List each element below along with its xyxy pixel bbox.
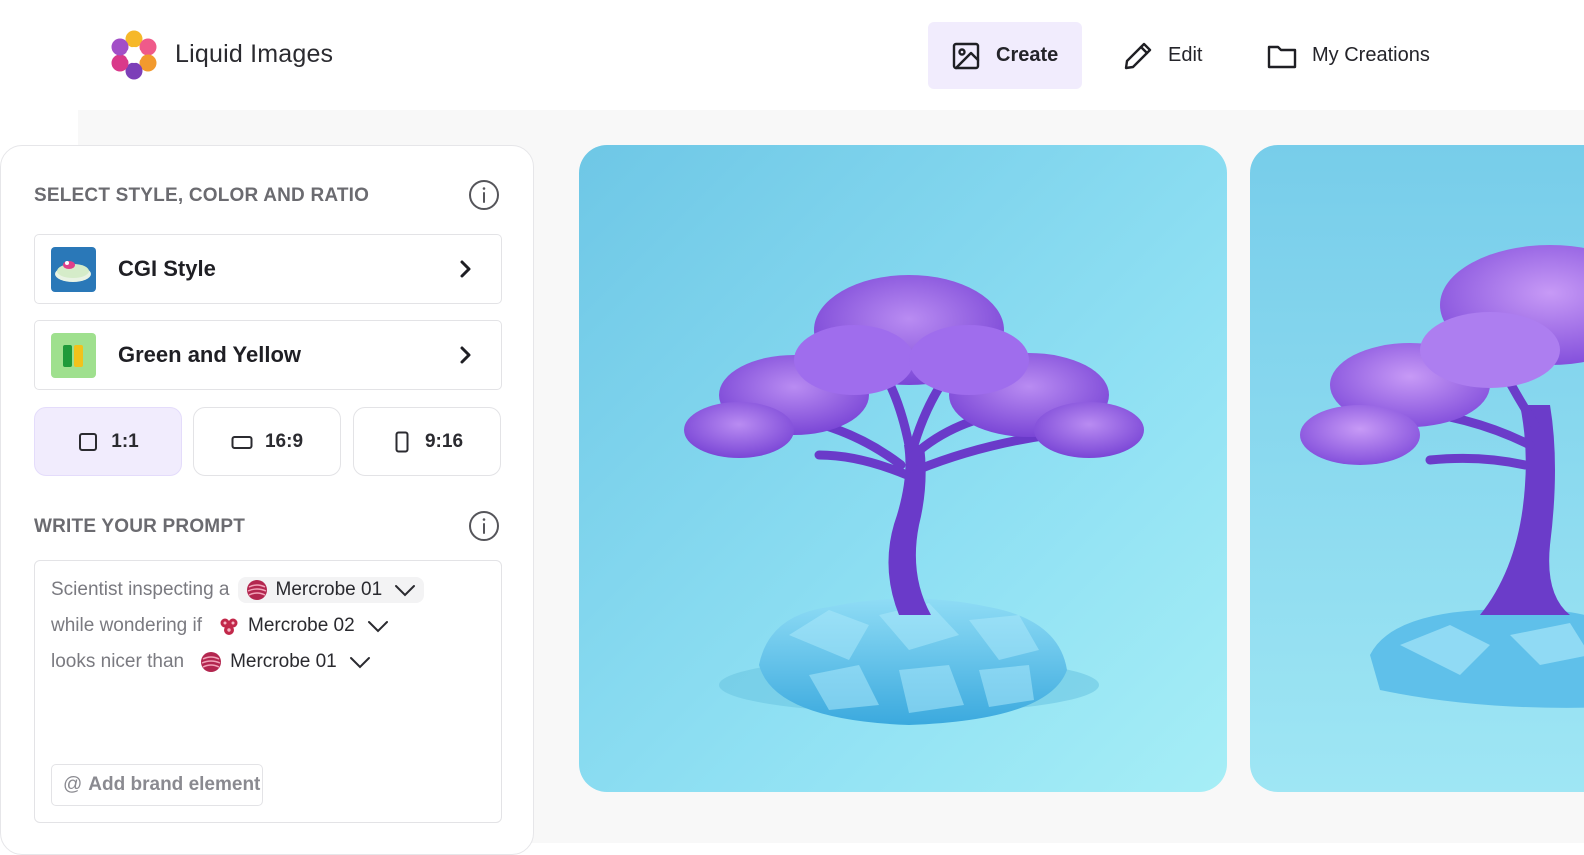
nav-edit-button[interactable]: Edit — [1100, 22, 1230, 89]
prompt-text: Scientist inspecting a — [51, 579, 230, 600]
prompt-text: while wondering if — [51, 615, 203, 636]
nav-my-creations-label: My Creations — [1312, 44, 1430, 66]
chevron-right-icon — [460, 260, 471, 278]
brand-element-chip[interactable]: Mercrobe 01 — [192, 649, 379, 675]
at-icon: @ — [63, 774, 83, 795]
prompt-section-title: WRITE YOUR PROMPT — [34, 516, 245, 537]
nav-edit-label: Edit — [1168, 44, 1203, 66]
prompt-text: looks nicer than — [51, 651, 185, 672]
generated-image-1[interactable] — [579, 145, 1227, 792]
liquid-images-logo-icon[interactable] — [110, 30, 158, 80]
image-icon — [952, 42, 980, 69]
generation-panel: SELECT STYLE, COLOR AND RATIO CGI Style — [0, 145, 534, 855]
brand-element-chip[interactable]: Mercrobe 02 — [210, 613, 397, 639]
color-selector[interactable]: Green and Yellow — [34, 320, 502, 390]
generated-image-2[interactable] — [1250, 145, 1584, 792]
add-brand-element-label: Add brand element — [88, 774, 261, 795]
style-selector-label: CGI Style — [118, 256, 216, 281]
brand-element-label: Mercrobe 01 — [230, 651, 337, 672]
color-selector-label: Green and Yellow — [118, 342, 301, 367]
add-brand-element-button[interactable]: @ Add brand element — [51, 764, 263, 806]
brand-element-label: Mercrobe 01 — [275, 579, 383, 600]
chevron-down-icon — [395, 585, 416, 597]
style-section-title: SELECT STYLE, COLOR AND RATIO — [34, 185, 370, 206]
prompt-line: while wondering if Mercrobe 02 — [51, 613, 397, 639]
chevron-right-icon — [460, 346, 471, 364]
cgi-style-thumbnail — [51, 246, 96, 292]
info-icon[interactable] — [468, 510, 500, 542]
prompt-line: looks nicer than Mercrobe 01 — [51, 649, 379, 675]
prompt-line: Scientist inspecting a Mercrobe 01 — [51, 577, 425, 603]
style-selector[interactable]: CGI Style — [34, 234, 502, 304]
app-header: Liquid Images Create Edit My Creations — [0, 0, 1584, 110]
nav-create-label: Create — [996, 44, 1059, 66]
ratio-1-1-button[interactable]: 1:1 — [34, 407, 182, 476]
portrait-ratio-icon — [395, 431, 409, 452]
mercrobe-icon — [201, 652, 222, 672]
nav-create-button[interactable]: Create — [928, 22, 1082, 89]
ratio-label: 1:1 — [111, 430, 139, 452]
purple-tree-image — [579, 145, 1227, 792]
prompt-textarea[interactable]: Scientist inspecting a Mercrobe 01 while… — [34, 560, 502, 823]
brand-element-chip[interactable]: Mercrobe 01 — [237, 577, 425, 603]
ratio-16-9-button[interactable]: 16:9 — [193, 407, 341, 476]
chevron-down-icon — [349, 657, 370, 669]
landscape-ratio-icon — [231, 435, 253, 449]
chevron-down-icon — [367, 621, 388, 633]
mercrobe-icon — [220, 618, 238, 635]
purple-tree-image — [1250, 145, 1584, 792]
ratio-9-16-button[interactable]: 9:16 — [353, 407, 501, 476]
ratio-label: 16:9 — [264, 430, 304, 452]
square-ratio-icon — [79, 432, 98, 451]
brand-element-label: Mercrobe 02 — [248, 615, 355, 636]
mercrobe-icon — [246, 580, 267, 600]
app-title: Liquid Images — [175, 40, 334, 68]
folder-icon — [1267, 45, 1297, 68]
pencil-icon — [1124, 42, 1152, 69]
info-icon[interactable] — [468, 179, 500, 211]
nav-my-creations-button[interactable]: My Creations — [1244, 22, 1454, 89]
ratio-label: 9:16 — [424, 430, 464, 452]
green-yellow-swatch — [51, 332, 96, 378]
